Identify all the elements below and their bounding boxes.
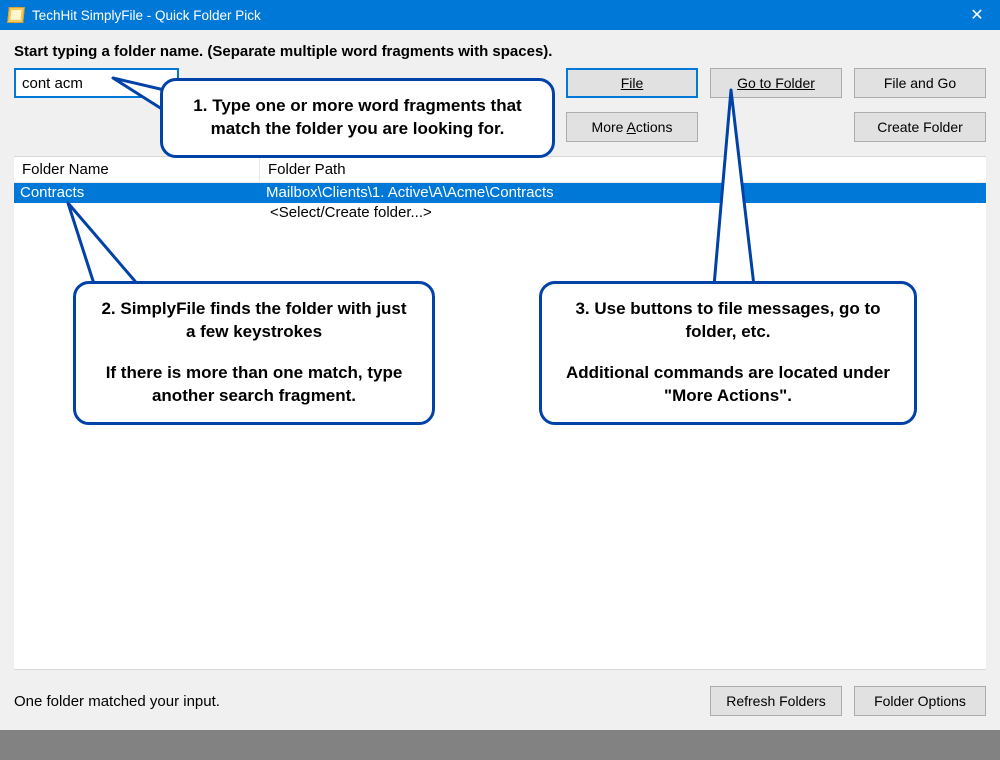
callout-2b-text: If there is more than one match, type an…	[96, 362, 412, 408]
titlebar: TechHit SimplyFile - Quick Folder Pick ✕	[0, 0, 1000, 30]
content-area: Start typing a folder name. (Separate mu…	[0, 30, 1000, 730]
callout-1-text: 1. Type one or more word fragments that …	[183, 95, 532, 141]
window-title: TechHit SimplyFile - Quick Folder Pick	[32, 8, 954, 23]
close-icon[interactable]: ✕	[954, 0, 1000, 30]
callout-3b-text: Additional commands are located under "M…	[562, 362, 894, 408]
app-icon	[7, 7, 25, 23]
callout-2a-text: 2. SimplyFile finds the folder with just…	[96, 298, 412, 344]
callout-2: 2. SimplyFile finds the folder with just…	[73, 281, 435, 425]
app-window: TechHit SimplyFile - Quick Folder Pick ✕…	[0, 0, 1000, 730]
callout-1: 1. Type one or more word fragments that …	[160, 78, 555, 158]
callout-3a-text: 3. Use buttons to file messages, go to f…	[562, 298, 894, 344]
callout-3: 3. Use buttons to file messages, go to f…	[539, 281, 917, 425]
